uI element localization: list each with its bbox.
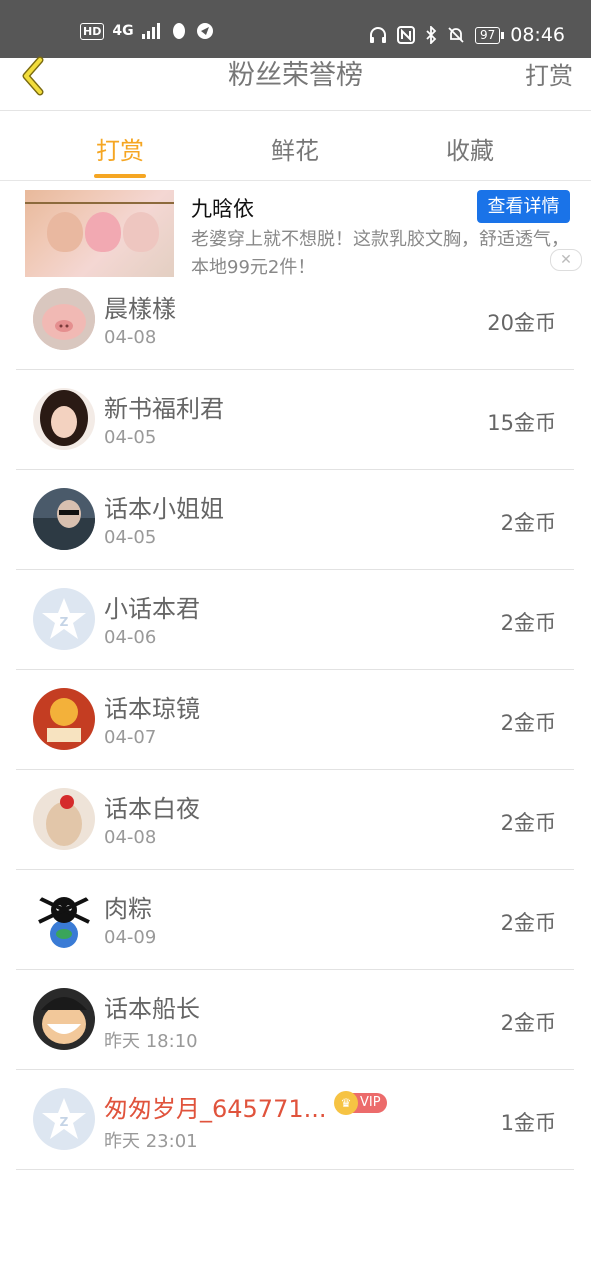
bluetooth-icon xyxy=(426,26,437,44)
default-avatar-icon: Z xyxy=(33,1088,95,1150)
close-icon[interactable]: ✕ xyxy=(550,249,582,271)
coin-amount: 15金币 xyxy=(487,411,556,435)
list-item[interactable]: Z 匆匆岁月_645771... ♛ VIP 昨天 23:01 1金币 xyxy=(16,1070,574,1170)
coin-amount: 20金币 xyxy=(487,311,556,335)
svg-text:Z: Z xyxy=(60,615,69,629)
coin-amount: 2金币 xyxy=(500,811,556,835)
list-item[interactable]: 话本琼镜 04-07 2金币 xyxy=(16,670,574,770)
fan-name: 话本白夜 xyxy=(104,795,200,823)
tab-favorites[interactable]: 收藏 xyxy=(415,131,525,166)
mute-bell-icon xyxy=(448,27,464,43)
fan-date: 04-09 xyxy=(104,927,157,948)
app-notification-icon xyxy=(196,23,213,39)
vip-badge: ♛ VIP xyxy=(334,1091,387,1115)
avatar xyxy=(33,988,95,1050)
avatar xyxy=(33,688,95,750)
tab-active-indicator xyxy=(94,174,146,178)
tab-flowers[interactable]: 鲜花 xyxy=(240,131,350,166)
fan-date: 昨天 23:01 xyxy=(104,1131,198,1152)
coin-amount: 2金币 xyxy=(500,1011,556,1035)
list-item[interactable]: Z 小话本君 04-06 2金币 xyxy=(16,570,574,670)
network-hd: HD xyxy=(80,22,105,40)
ad-banner[interactable]: 九晗依 查看详情 老婆穿上就不想脱！这款乳胶文胸，舒适透气，本地99元2件！ ✕ xyxy=(0,181,591,281)
avatar xyxy=(33,388,95,450)
tab-favorites-label: 收藏 xyxy=(446,137,494,165)
page-title: 粉丝荣誉榜 xyxy=(228,60,363,91)
tab-tip-label: 打赏 xyxy=(96,137,144,165)
status-bar: HD 4G 97 08:46 xyxy=(0,0,591,58)
list-item[interactable]: 话本白夜 04-08 2金币 xyxy=(16,770,574,870)
nfc-icon xyxy=(396,26,415,44)
fan-name: 小话本君 xyxy=(104,595,200,623)
crown-icon: ♛ xyxy=(334,1091,358,1115)
fan-list: 晨樣樣 04-08 20金币 新书福利君 04-05 15金币 话本小姐姐 04… xyxy=(16,270,574,1170)
status-left: HD 4G xyxy=(80,22,214,40)
fan-name: 话本小姐姐 xyxy=(104,495,224,523)
tip-button[interactable]: 打赏 xyxy=(525,58,573,94)
list-item[interactable]: 晨樣樣 04-08 20金币 xyxy=(16,270,574,370)
tab-tip[interactable]: 打赏 xyxy=(65,131,175,178)
coin-amount: 1金币 xyxy=(500,1111,556,1135)
list-item[interactable]: 话本船长 昨天 18:10 2金币 xyxy=(16,970,574,1070)
fan-date: 04-07 xyxy=(104,727,157,748)
status-right: 97 08:46 xyxy=(369,24,565,46)
fan-date: 04-06 xyxy=(104,627,157,648)
list-item[interactable]: 肉粽 04-09 2金币 xyxy=(16,870,574,970)
tab-bar: 打赏 鲜花 收藏 xyxy=(0,111,591,181)
fan-name: 肉粽 xyxy=(104,895,152,923)
coin-amount: 2金币 xyxy=(500,511,556,535)
signal-indicator: 4G xyxy=(112,23,134,39)
signal-bars-icon xyxy=(141,23,160,39)
ad-brand: 九晗依 xyxy=(191,197,254,221)
top-navbar: 粉丝荣誉榜 打赏 xyxy=(0,56,591,111)
fan-name: 晨樣樣 xyxy=(104,295,176,323)
fan-date: 昨天 18:10 xyxy=(104,1031,198,1052)
fan-name: 话本琼镜 xyxy=(104,695,200,723)
list-item[interactable]: 话本小姐姐 04-05 2金币 xyxy=(16,470,574,570)
headphones-icon xyxy=(369,27,386,43)
coin-amount: 2金币 xyxy=(500,911,556,935)
fan-name: 匆匆岁月_645771... xyxy=(104,1095,327,1123)
clock: 08:46 xyxy=(510,24,565,46)
coin-amount: 2金币 xyxy=(500,611,556,635)
fan-name: 新书福利君 xyxy=(104,395,224,423)
fan-date: 04-08 xyxy=(104,327,157,348)
avatar xyxy=(33,888,95,950)
tab-flowers-label: 鲜花 xyxy=(271,137,319,165)
avatar xyxy=(33,488,95,550)
avatar xyxy=(33,788,95,850)
battery-indicator: 97 xyxy=(474,26,505,44)
fan-date: 04-05 xyxy=(104,527,157,548)
list-item[interactable]: 新书福利君 04-05 15金币 xyxy=(16,370,574,470)
fan-name: 话本船长 xyxy=(104,995,200,1023)
fan-date: 04-05 xyxy=(104,427,157,448)
default-avatar-icon: Z xyxy=(33,588,95,650)
svg-text:Z: Z xyxy=(60,1115,69,1129)
coin-amount: 2金币 xyxy=(500,711,556,735)
ad-image[interactable] xyxy=(25,190,174,277)
fan-date: 04-08 xyxy=(104,827,157,848)
avatar xyxy=(33,288,95,350)
view-details-button[interactable]: 查看详情 xyxy=(477,190,570,223)
qq-icon xyxy=(172,23,185,39)
